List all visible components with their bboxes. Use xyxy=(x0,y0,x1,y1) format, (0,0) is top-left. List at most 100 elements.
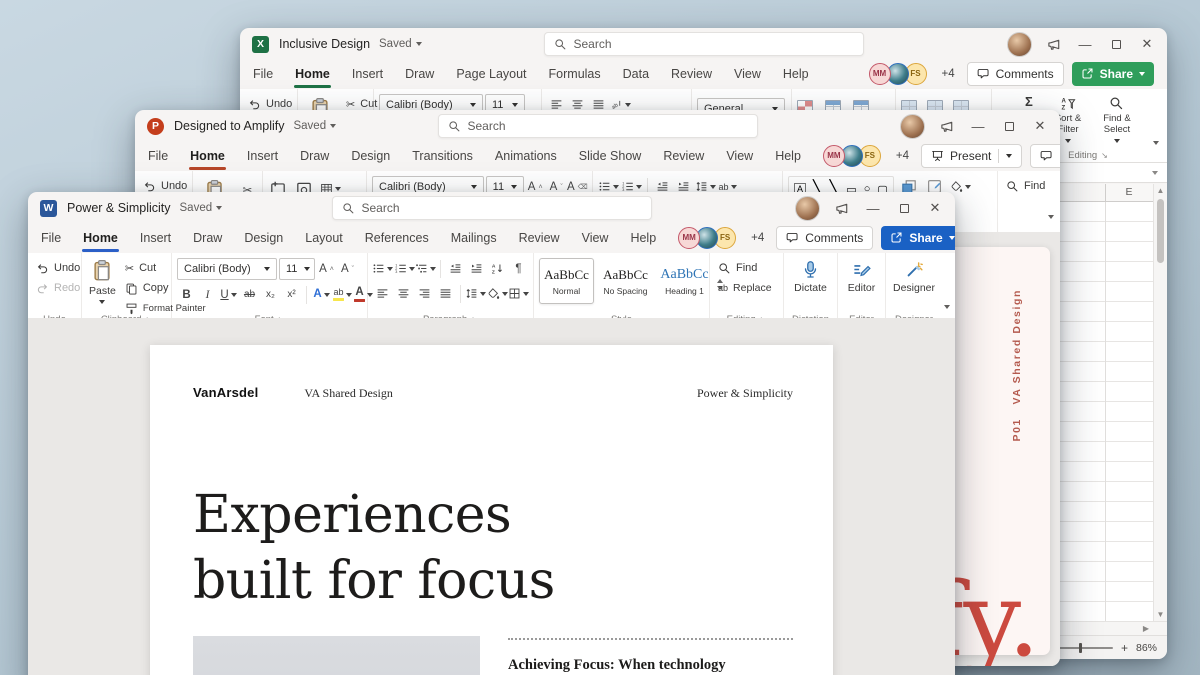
increase-indent-button[interactable] xyxy=(467,258,486,279)
avatar-mm[interactable]: MM xyxy=(868,62,891,85)
highlight-color-button[interactable]: ab xyxy=(333,284,352,305)
excel-tab-formulas[interactable]: Formulas xyxy=(549,67,601,81)
powerpoint-saved-status[interactable]: Saved xyxy=(293,120,337,132)
word-tab-view[interactable]: View xyxy=(582,231,609,245)
word-tab-home[interactable]: Home xyxy=(82,231,119,252)
zoom-in-button[interactable]: + xyxy=(1121,641,1128,655)
word-tab-references[interactable]: References xyxy=(365,231,429,245)
maximize-button[interactable] xyxy=(1108,36,1124,52)
maximize-button[interactable] xyxy=(896,200,912,216)
replace-button[interactable]: ab Replace xyxy=(715,278,778,298)
excel-tab-insert[interactable]: Insert xyxy=(352,67,383,81)
line-spacing-button[interactable] xyxy=(466,283,487,304)
minimize-button[interactable]: — xyxy=(865,200,881,216)
scroll-thumb[interactable] xyxy=(1157,199,1164,263)
share-button[interactable]: Share xyxy=(881,225,955,250)
redo-button[interactable]: Redo xyxy=(33,278,80,298)
word-tab-draw[interactable]: Draw xyxy=(193,231,222,245)
designer-button[interactable]: Designer xyxy=(891,258,937,296)
excel-saved-status[interactable]: Saved xyxy=(379,38,422,50)
excel-tab-review[interactable]: Review xyxy=(671,67,712,81)
powerpoint-search-input[interactable]: Search xyxy=(437,114,758,138)
excel-app-icon[interactable]: X xyxy=(252,35,269,53)
maximize-button[interactable] xyxy=(1001,118,1017,134)
excel-tab-home[interactable]: Home xyxy=(294,67,331,88)
powerpoint-tab-review[interactable]: Review xyxy=(663,149,704,163)
close-button[interactable]: ✕ xyxy=(927,200,943,216)
powerpoint-tab-insert[interactable]: Insert xyxy=(247,149,278,163)
justify-button[interactable] xyxy=(436,283,455,304)
close-button[interactable]: ✕ xyxy=(1139,36,1155,52)
share-button[interactable]: Share xyxy=(1071,61,1154,86)
underline-button[interactable]: U xyxy=(219,284,238,305)
sort-button[interactable] xyxy=(488,258,507,279)
excel-tab-file[interactable]: File xyxy=(253,67,273,81)
word-tab-design[interactable]: Design xyxy=(244,231,283,245)
collaborator-avatars[interactable]: MM FS xyxy=(868,62,927,85)
comments-button[interactable]: Comments xyxy=(1030,143,1060,168)
scroll-down-arrow[interactable]: ▼ xyxy=(1157,610,1165,619)
collaborator-avatars[interactable]: MM FS xyxy=(678,226,737,249)
avatar-overflow-count[interactable]: +4 xyxy=(751,232,764,244)
powerpoint-tab-home[interactable]: Home xyxy=(189,149,226,170)
word-tab-insert[interactable]: Insert xyxy=(140,231,171,245)
powerpoint-tab-slide-show[interactable]: Slide Show xyxy=(579,149,642,163)
excel-tab-view[interactable]: View xyxy=(734,67,761,81)
word-tab-help[interactable]: Help xyxy=(630,231,656,245)
vertical-scrollbar[interactable]: ▲ ▼ xyxy=(1153,184,1167,621)
grow-font-button[interactable]: A˄ xyxy=(317,259,336,280)
excel-tab-page-layout[interactable]: Page Layout xyxy=(456,67,526,81)
powerpoint-tab-file[interactable]: File xyxy=(148,149,168,163)
decrease-indent-button[interactable] xyxy=(446,258,465,279)
shrink-font-button[interactable]: Aˇ xyxy=(338,259,357,280)
undo-button[interactable]: Undo xyxy=(33,258,80,278)
zoom-slider[interactable] xyxy=(1054,642,1113,653)
word-tab-mailings[interactable]: Mailings xyxy=(451,231,497,245)
powerpoint-app-icon[interactable]: P xyxy=(147,117,164,135)
document-page[interactable]: VanArsdel VA Shared Design Power & Simpl… xyxy=(150,345,833,675)
align-center-button[interactable] xyxy=(394,283,413,304)
style-card[interactable]: AaBbCc No Spacing xyxy=(598,258,653,304)
find-button[interactable]: Find xyxy=(1003,176,1058,196)
megaphone-icon[interactable] xyxy=(835,201,850,216)
powerpoint-tab-animations[interactable]: Animations xyxy=(495,149,557,163)
word-document-area[interactable]: VanArsdel VA Shared Design Power & Simpl… xyxy=(28,318,955,675)
close-button[interactable]: ✕ xyxy=(1032,118,1048,134)
megaphone-icon[interactable] xyxy=(1047,37,1062,52)
pilcrow-button[interactable]: ¶ xyxy=(509,258,528,279)
dialog-launcher-icon[interactable]: ↘ xyxy=(1101,151,1108,160)
excel-tab-draw[interactable]: Draw xyxy=(405,67,434,81)
word-app-icon[interactable]: W xyxy=(40,199,57,217)
account-avatar[interactable] xyxy=(1007,31,1032,57)
avatar-overflow-count[interactable]: +4 xyxy=(942,68,955,80)
word-tab-review[interactable]: Review xyxy=(519,231,560,245)
powerpoint-tab-design[interactable]: Design xyxy=(351,149,390,163)
align-left-button[interactable] xyxy=(373,283,392,304)
minimize-button[interactable]: — xyxy=(1077,36,1093,52)
column-header-e[interactable]: E xyxy=(1105,186,1153,198)
italic-button[interactable]: I xyxy=(198,284,217,305)
align-right-button[interactable] xyxy=(415,283,434,304)
style-card[interactable]: AaBbCc Heading 1 xyxy=(657,258,712,304)
excel-titlebar[interactable]: X Inclusive Design Saved Search — ✕ xyxy=(240,28,1167,60)
powerpoint-tab-help[interactable]: Help xyxy=(775,149,801,163)
numbered-list-button[interactable] xyxy=(394,258,415,279)
paste-button[interactable]: Paste xyxy=(87,258,118,311)
powerpoint-tab-view[interactable]: View xyxy=(726,149,753,163)
document-image-placeholder[interactable] xyxy=(193,636,480,675)
font-size-select[interactable]: 11 xyxy=(279,258,315,280)
zoom-slider-thumb[interactable] xyxy=(1078,642,1083,653)
font-name-select[interactable]: Calibri (Body) xyxy=(177,258,277,280)
powerpoint-tab-draw[interactable]: Draw xyxy=(300,149,329,163)
avatar-overflow-count[interactable]: +4 xyxy=(896,150,909,162)
comments-button[interactable]: Comments xyxy=(776,225,874,250)
subscript-button[interactable]: x₂ xyxy=(261,284,280,305)
word-search-input[interactable]: Search xyxy=(331,196,652,220)
bullet-list-button[interactable] xyxy=(373,258,394,279)
text-effects-button[interactable]: A xyxy=(312,284,331,305)
comments-button[interactable]: Comments xyxy=(966,61,1064,86)
shading-button[interactable] xyxy=(487,283,508,304)
excel-tab-data[interactable]: Data xyxy=(623,67,649,81)
account-avatar[interactable] xyxy=(795,195,820,221)
word-titlebar[interactable]: W Power & Simplicity Saved Search — ✕ xyxy=(28,192,955,224)
